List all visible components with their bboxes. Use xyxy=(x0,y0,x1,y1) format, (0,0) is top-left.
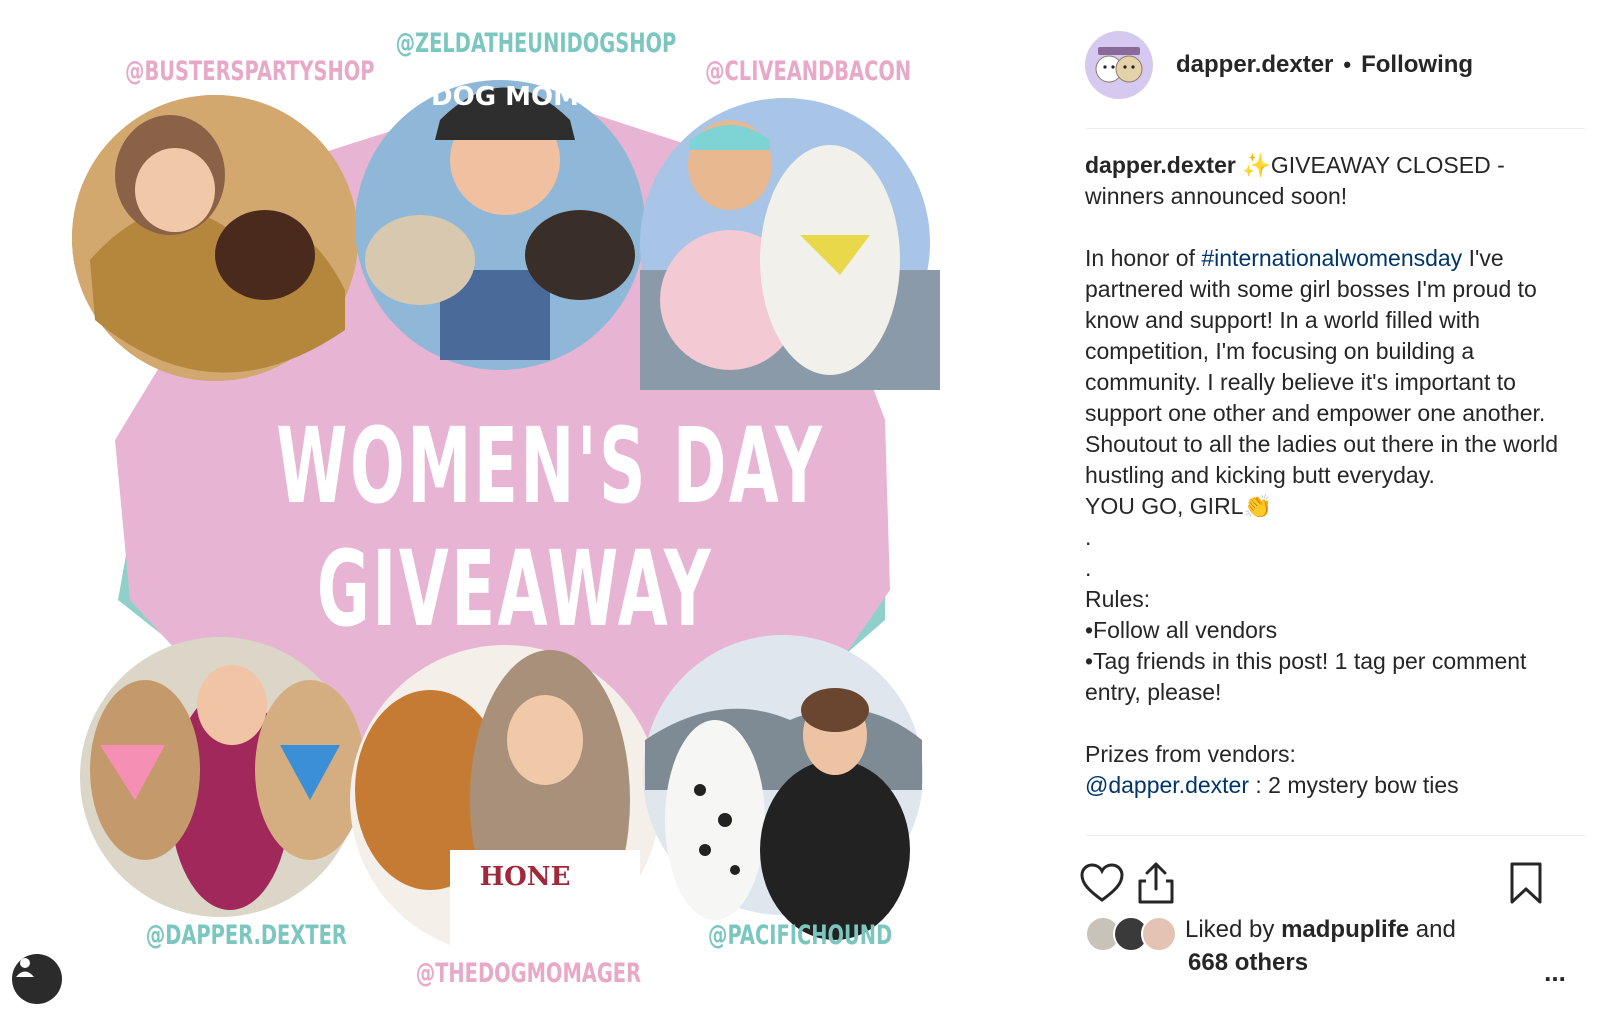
post-panel: dapper.dexter • Following dapper.dexter … xyxy=(1080,0,1600,1022)
dog-avatar-icon xyxy=(1095,47,1143,83)
handle-zelda: @ZELDATHEUNIDOGSHOP xyxy=(395,28,677,59)
handle-clive: @CLIVEANDBACON xyxy=(705,56,912,87)
handle-pacific: @PACIFICHOUND xyxy=(708,920,893,951)
rule-1: •Follow all vendors xyxy=(1085,617,1278,643)
avatar xyxy=(1141,916,1177,952)
liker-avatars[interactable] xyxy=(1085,916,1185,954)
shirt-text: HONE xyxy=(480,862,571,892)
caption-username[interactable]: dapper.dexter xyxy=(1085,152,1236,178)
more-options-button[interactable]: ... xyxy=(1535,959,1575,992)
headline-giveaway: GIVEAWAY xyxy=(316,528,714,650)
likes-summary: Liked by madpuplife and 668 others xyxy=(1085,912,1585,982)
rules-label: Rules: xyxy=(1085,586,1151,612)
heart-icon xyxy=(1080,863,1124,902)
header-divider xyxy=(1085,128,1585,129)
liked-by-text: Liked by madpuplife and xyxy=(1185,916,1456,944)
handle-dapper: @DAPPER.DEXTER xyxy=(145,920,347,951)
rule-2: •Tag friends in this post! 1 tag per com… xyxy=(1085,648,1527,705)
like-button[interactable] xyxy=(1079,860,1125,906)
post-image[interactable]: DOG MOM HONE @BUSTERSPARTYSHOP @ZELDATHE… xyxy=(0,0,1040,1022)
prize-1-text: : 2 mystery bow ties xyxy=(1249,772,1459,798)
liked-by-suffix: and xyxy=(1409,916,1456,943)
person-icon xyxy=(16,958,34,977)
sparkle-emoji: ✨ xyxy=(1242,152,1271,178)
account-button[interactable] xyxy=(12,954,62,1004)
share-button[interactable] xyxy=(1133,860,1179,906)
hashtag-link[interactable]: #internationalwomensday xyxy=(1201,245,1462,271)
caption-you-go: YOU GO, GIRL xyxy=(1085,493,1244,519)
share-icon xyxy=(1138,862,1174,904)
header-username[interactable]: dapper.dexter xyxy=(1176,51,1333,79)
following-button[interactable]: Following xyxy=(1361,51,1473,79)
caption-dot-1: . xyxy=(1085,524,1092,550)
headline-womens-day: WOMEN'S DAY xyxy=(276,405,825,527)
caption-dot-2: . xyxy=(1085,555,1092,581)
caption-intro: In honor of xyxy=(1085,245,1202,271)
liked-by-prefix: Liked by xyxy=(1185,916,1282,943)
mention-link[interactable]: @dapper.dexter xyxy=(1085,772,1249,798)
caption-body: I've partnered with some girl bosses I'm… xyxy=(1085,245,1559,488)
action-bar xyxy=(1080,860,1585,910)
cap-text: DOG MOM xyxy=(431,82,579,112)
separator-dot: • xyxy=(1343,52,1352,77)
post-header: dapper.dexter • Following xyxy=(1085,30,1585,100)
avatar[interactable] xyxy=(1085,31,1153,99)
caption-divider xyxy=(1085,835,1585,836)
others-count[interactable]: 668 others xyxy=(1188,949,1308,977)
caption: dapper.dexter ✨GIVEAWAY CLOSED - winners… xyxy=(1085,150,1585,835)
handle-busters: @BUSTERSPARTYSHOP xyxy=(125,56,375,87)
handle-dogmomager: @THEDOGMOMAGER xyxy=(415,958,642,989)
clap-emoji: 👏 xyxy=(1243,493,1273,519)
prizes-label: Prizes from vendors: xyxy=(1085,741,1296,767)
save-button[interactable] xyxy=(1503,860,1549,906)
liker-username[interactable]: madpuplife xyxy=(1281,916,1409,943)
bookmark-icon xyxy=(1510,862,1542,904)
